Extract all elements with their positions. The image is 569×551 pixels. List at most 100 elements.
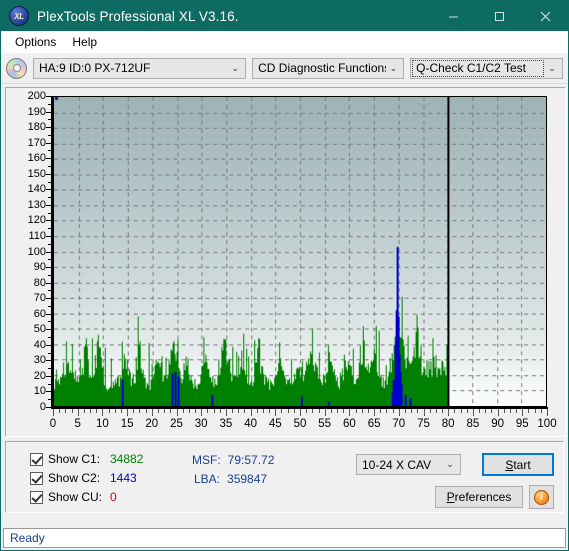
x-minor-tick — [509, 409, 511, 413]
msf-label: MSF: — [192, 453, 221, 467]
title-bar: XL PlexTools Professional XL V3.16. — [1, 1, 568, 31]
x-tick-label: 35 — [219, 418, 233, 430]
y-tick-mark — [46, 298, 51, 300]
show-cu-row[interactable]: Show CU: 0 — [30, 490, 117, 504]
x-minor-tick — [244, 409, 246, 413]
y-minor-tick — [48, 134, 51, 136]
x-minor-tick — [96, 409, 98, 413]
x-minor-tick — [361, 409, 363, 413]
window-controls — [430, 1, 568, 31]
chevron-down-icon: ⌄ — [548, 62, 556, 73]
x-minor-tick — [318, 409, 320, 413]
speed-select[interactable]: 10-24 X CAV ⌄ — [356, 454, 461, 475]
x-minor-tick — [59, 409, 61, 413]
menu-bar: Options Help — [1, 31, 568, 53]
y-minor-tick — [48, 165, 51, 167]
show-c2-row[interactable]: Show C2: 1443 — [30, 471, 137, 485]
x-tick-label: 90 — [491, 418, 504, 430]
show-cu-checkbox[interactable] — [30, 490, 43, 504]
y-minor-tick — [48, 274, 51, 276]
x-tick-label: 60 — [342, 418, 356, 430]
x-tick-label: 95 — [515, 418, 529, 430]
y-tick-mark — [46, 282, 51, 284]
y-minor-tick — [48, 290, 51, 292]
x-tick-mark — [176, 409, 178, 416]
x-tick-mark — [448, 409, 450, 416]
y-tick-mark — [46, 313, 51, 315]
y-minor-tick — [48, 181, 51, 183]
y-tick-mark — [46, 360, 51, 362]
y-tick-mark — [46, 375, 51, 377]
y-tick-mark — [46, 96, 51, 97]
speed-select-value: 10-24 X CAV — [362, 457, 432, 472]
menu-options[interactable]: Options — [7, 33, 64, 51]
y-minor-tick — [48, 150, 51, 152]
show-c2-checkbox[interactable] — [30, 471, 43, 485]
cu-error-count: 0 — [110, 490, 117, 504]
x-minor-tick — [404, 409, 406, 413]
lba-readout: LBA: 359847 — [194, 472, 267, 486]
drive-select[interactable]: HA:9 ID:0 PX-712UF ⌄ — [33, 57, 247, 79]
x-minor-tick — [281, 409, 283, 413]
menu-help[interactable]: Help — [64, 33, 105, 51]
x-minor-tick — [367, 409, 369, 413]
x-minor-tick — [306, 409, 308, 413]
x-minor-tick — [337, 409, 339, 413]
function-select-value: CD Diagnostic Functions — [258, 60, 386, 75]
y-tick-mark — [46, 235, 51, 237]
y-tick-mark — [46, 158, 51, 160]
info-icon: i — [534, 489, 549, 505]
x-minor-tick — [466, 409, 468, 413]
x-minor-tick — [435, 409, 437, 413]
cd-disc-icon — [6, 57, 27, 79]
x-minor-tick — [182, 409, 184, 413]
y-minor-tick — [48, 321, 51, 323]
info-button[interactable]: i — [529, 485, 554, 509]
y-minor-tick — [48, 383, 51, 385]
preferences-button-label: Preferences — [446, 490, 512, 504]
function-select[interactable]: CD Diagnostic Functions ⌄ — [252, 57, 405, 79]
x-minor-tick — [417, 409, 419, 413]
c2-error-count: 1443 — [110, 471, 137, 485]
minimize-button[interactable] — [430, 1, 476, 31]
x-tick-label: 15 — [120, 418, 134, 430]
x-tick-label: 85 — [466, 418, 480, 430]
x-minor-tick — [188, 409, 190, 413]
y-tick-mark — [46, 251, 51, 253]
x-minor-tick — [534, 409, 536, 413]
chart-series-plot — [54, 97, 546, 406]
x-tick-mark — [374, 409, 376, 416]
y-tick-mark — [46, 173, 51, 175]
show-c1-row[interactable]: Show C1: 34882 — [30, 452, 143, 466]
x-tick-label: 45 — [268, 418, 282, 430]
x-tick-label: 20 — [145, 418, 159, 430]
close-button[interactable] — [522, 1, 568, 31]
x-tick-mark — [127, 409, 129, 416]
msf-value: 79:57.72 — [227, 453, 275, 467]
start-button[interactable]: Start — [482, 453, 554, 476]
x-tick-mark — [472, 409, 474, 416]
maximize-button[interactable] — [476, 1, 522, 31]
preferences-button[interactable]: Preferences — [435, 486, 523, 508]
lba-value: 359847 — [227, 472, 268, 486]
y-tick-mark — [46, 344, 51, 346]
show-c1-checkbox[interactable] — [30, 452, 43, 466]
x-minor-tick — [411, 409, 413, 413]
x-minor-tick — [139, 409, 141, 413]
x-minor-tick — [114, 409, 116, 413]
x-minor-tick — [213, 409, 215, 413]
test-select[interactable]: Q-Check C1/C2 Test ⌄ — [410, 57, 563, 79]
x-tick-mark — [225, 409, 227, 416]
x-tick-label: 40 — [244, 418, 257, 430]
x-minor-tick — [262, 409, 264, 413]
x-minor-tick — [195, 409, 197, 413]
x-minor-tick — [83, 409, 85, 413]
x-tick-mark — [77, 409, 79, 416]
application-window: XL PlexTools Professional XL V3.16. Opti… — [0, 0, 569, 551]
x-minor-tick — [133, 409, 135, 413]
chart-panel: 0 10 20 30 40 50 60 70 80 90 100 110 120 130 140 150 160… — [5, 87, 566, 437]
chevron-down-icon: ⌄ — [389, 62, 398, 73]
x-minor-tick — [90, 409, 92, 413]
x-tick-mark — [497, 409, 499, 416]
x-minor-tick — [491, 409, 493, 413]
